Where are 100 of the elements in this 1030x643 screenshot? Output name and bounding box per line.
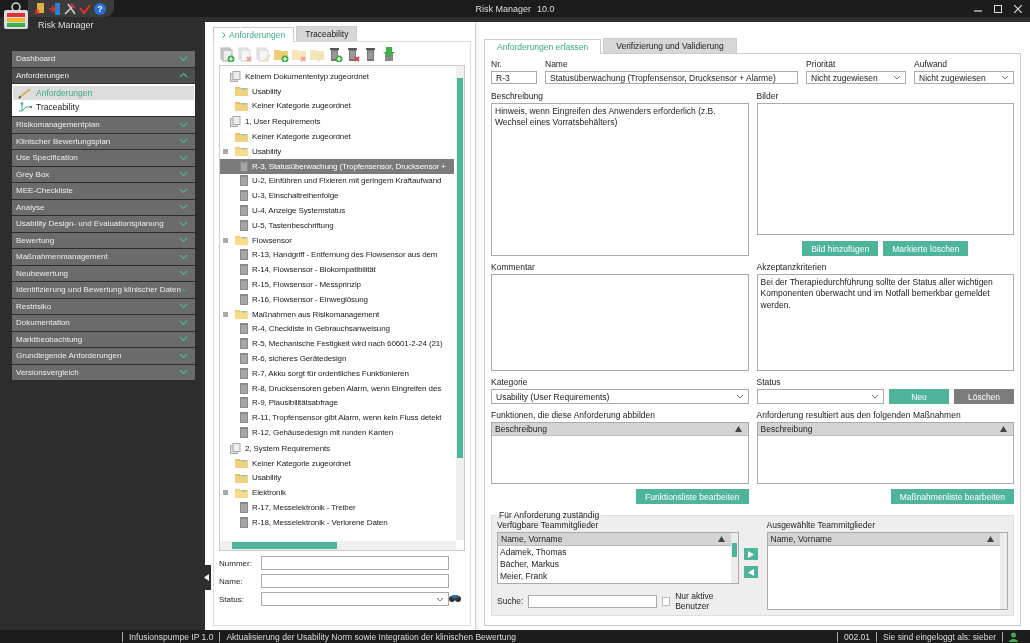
- tree-item[interactable]: R-13, Handgriff - Entfernung des Flowsensor aus dem: [220, 247, 454, 263]
- delete-button[interactable]: Löschen: [954, 389, 1014, 404]
- status-dropdown[interactable]: [756, 389, 884, 404]
- sidebar-item[interactable]: Usability Design- und Evaluationsplanung: [12, 216, 195, 232]
- close-icon[interactable]: [1014, 4, 1022, 13]
- sidebar-item[interactable]: Dashboard: [12, 51, 195, 67]
- tree-item[interactable]: U-3, Einschaltreihenfolge: [220, 188, 454, 204]
- tree-item[interactable]: R-7, Akku sorgt für ordentliches Funktionieren: [220, 365, 454, 381]
- tree-item[interactable]: R-14, Flowsensor - Biokompatibilität: [220, 262, 454, 278]
- tree-item[interactable]: R-12, Gehäusedesign mit runden Kanten: [220, 425, 454, 440]
- category-dropdown[interactable]: Usability (User Requirements): [491, 389, 749, 404]
- bin-add-icon[interactable]: [328, 46, 343, 62]
- sidebar-item[interactable]: Grundlegende Anforderungen: [12, 348, 195, 364]
- tree-item[interactable]: 2, System Requirements: [220, 440, 454, 456]
- tree-item[interactable]: R-5, Mechanische Festigkeit wird nach 60601-2-24 (21): [220, 336, 454, 352]
- list-item[interactable]: Bächer, Markus: [498, 558, 731, 570]
- sidebar-item[interactable]: Use Specification: [12, 150, 195, 166]
- input-field[interactable]: [261, 556, 449, 570]
- column-header[interactable]: Beschreibung: [492, 423, 748, 436]
- sidebar-item[interactable]: Bewertung: [12, 232, 195, 248]
- tree-item[interactable]: R-17, Messelektronik - Treiber: [220, 500, 454, 515]
- scrollbar[interactable]: [730, 533, 738, 583]
- search-field[interactable]: [528, 594, 658, 608]
- sidebar-item[interactable]: Dokumentation: [12, 315, 195, 331]
- tree-item[interactable]: 1, User Requirements: [220, 114, 454, 130]
- tree-item[interactable]: R-9, Plausibilitätsabfrage: [220, 395, 454, 411]
- tree-item[interactable]: Flowsensor: [220, 232, 454, 248]
- image-area[interactable]: [756, 103, 1014, 235]
- tree-item[interactable]: Elektronik: [220, 485, 454, 501]
- tree-item[interactable]: Keinem Dokumententyp zugeordnet: [220, 69, 454, 84]
- tree-item[interactable]: U-2, Einführen und Fixieren mit geringem Kraftaufwand: [220, 173, 454, 189]
- sidebar-subitem[interactable]: Traceability: [13, 100, 194, 114]
- tree-item[interactable]: Keiner Kategorie zugeordnet: [220, 98, 454, 114]
- sidebar-item[interactable]: Maßnahmenmanagement: [12, 249, 195, 265]
- sidebar-item[interactable]: Restrisiko: [12, 298, 195, 314]
- tab[interactable]: Traceability: [296, 26, 358, 41]
- document-icon: [240, 160, 248, 172]
- collapse-icon[interactable]: [222, 311, 228, 317]
- tree-item[interactable]: Usability: [220, 83, 454, 99]
- list-item[interactable]: Meier, Frank: [498, 570, 731, 582]
- tree-item[interactable]: Usability: [220, 470, 454, 486]
- bin-delete-icon[interactable]: [346, 46, 361, 62]
- number-field[interactable]: R-3: [491, 71, 537, 84]
- name-field[interactable]: Statusüberwachung (Tropfensensor, Drucksensor + Alarme): [545, 71, 798, 84]
- sidebar-item[interactable]: Analyse: [12, 199, 195, 215]
- tree-item[interactable]: R-8, Drucksensoren geben Alarm, wenn Eingreifen des: [220, 380, 454, 396]
- tree-item[interactable]: R-16, Flowsensor - Einweglösung: [220, 291, 454, 307]
- scrollbar[interactable]: [220, 541, 456, 550]
- list-item[interactable]: Adamek, Thomas: [498, 546, 731, 558]
- scrollbar[interactable]: [1000, 533, 1007, 609]
- tree-item[interactable]: Maßnahmen aus Risikomanagement: [220, 306, 454, 322]
- tree-item[interactable]: Keiner Kategorie zugeordnet: [220, 455, 454, 471]
- sidebar-item[interactable]: Grey Box: [12, 166, 195, 182]
- add-member-button[interactable]: [743, 548, 758, 560]
- column-header[interactable]: Name, Vorname: [767, 533, 1000, 546]
- description-field[interactable]: Hinweis, wenn Eingreifen des Anwenders erforderlich (z.B. Wechsel eines Vorratsbehälters): [491, 103, 749, 256]
- acceptance-field[interactable]: Bei der Therapiedurchführung sollte der Status aller wichtigen Komponenten überwacht und im Notfall bemerkbar gemeldet werden.: [756, 274, 1014, 371]
- sidebar-item[interactable]: Marktbeobachtung: [12, 331, 195, 347]
- help-button[interactable]: ?: [94, 2, 106, 15]
- tree-item[interactable]: U-4, Anzeige Systemstatus: [220, 203, 454, 218]
- tree-item[interactable]: Usability: [220, 144, 454, 159]
- pages-add-icon[interactable]: [220, 46, 235, 62]
- maximize-icon[interactable]: [994, 4, 1002, 13]
- sidebar-item[interactable]: Anforderungen: [12, 67, 195, 83]
- tree-item[interactable]: R-3, Statusüberwachung (Tropfensensor, Drucksensor +: [220, 158, 454, 174]
- comment-field[interactable]: [491, 274, 749, 371]
- tree-item[interactable]: R-11, Tropfensensor gibt Alarm, wenn kein Fluss detekt: [220, 410, 454, 426]
- sidebar-item[interactable]: Versionsvergleich: [12, 364, 195, 380]
- card-exit-icon[interactable]: [34, 2, 46, 15]
- collapse-icon[interactable]: [222, 148, 228, 154]
- collapse-icon[interactable]: [222, 237, 228, 243]
- collapse-icon[interactable]: [222, 490, 228, 496]
- effort-dropdown[interactable]: Nicht zugewiesen: [914, 71, 1014, 84]
- tree-item[interactable]: R-6, sicheres Gerätedesign: [220, 351, 454, 366]
- checkbox[interactable]: [662, 596, 671, 606]
- tree-item[interactable]: R-18, Messelektronik - Verlorene Daten: [220, 514, 454, 530]
- binoculars-icon[interactable]: [449, 594, 461, 602]
- spellcheck-icon[interactable]: [79, 2, 91, 15]
- tree-item[interactable]: Keiner Kategorie zugeordnet: [220, 129, 454, 144]
- tree-item[interactable]: R-15, Flowsensor - Messprinzip: [220, 277, 454, 292]
- sidebar-item[interactable]: Identifizierung und Bewertung klinischer Daten: [12, 282, 195, 298]
- tree-item[interactable]: U-5, Tastenbeschriftung: [220, 217, 454, 233]
- sidebar-item[interactable]: Klinischer Bewertungsplan: [12, 133, 195, 149]
- collapse-button[interactable]: [202, 565, 211, 590]
- scrollbar[interactable]: [456, 66, 464, 540]
- remove-member-button[interactable]: [743, 566, 758, 578]
- tab[interactable]: Verifizierung und Validierung: [603, 38, 737, 53]
- sidebar-item[interactable]: Neubewertung: [12, 265, 195, 281]
- tree-item[interactable]: R-4, Checkliste in Gebrauchsanweisung: [220, 321, 454, 337]
- pages-edit-icon[interactable]: [256, 46, 271, 62]
- column-header[interactable]: Beschreibung: [757, 423, 1013, 436]
- priority-dropdown[interactable]: Nicht zugewiesen: [806, 71, 906, 84]
- download-icon[interactable]: [382, 46, 397, 62]
- pages-delete-icon[interactable]: [238, 46, 253, 62]
- sort-icon: [1000, 426, 1007, 432]
- column-header[interactable]: Name, Vorname: [498, 533, 731, 546]
- tools-icon[interactable]: [64, 2, 76, 15]
- sidebar-item[interactable]: Risikomanagementplan: [12, 117, 195, 133]
- input-field[interactable]: [261, 574, 449, 588]
- sidebar-item[interactable]: MEE-Checkliste: [12, 183, 195, 199]
